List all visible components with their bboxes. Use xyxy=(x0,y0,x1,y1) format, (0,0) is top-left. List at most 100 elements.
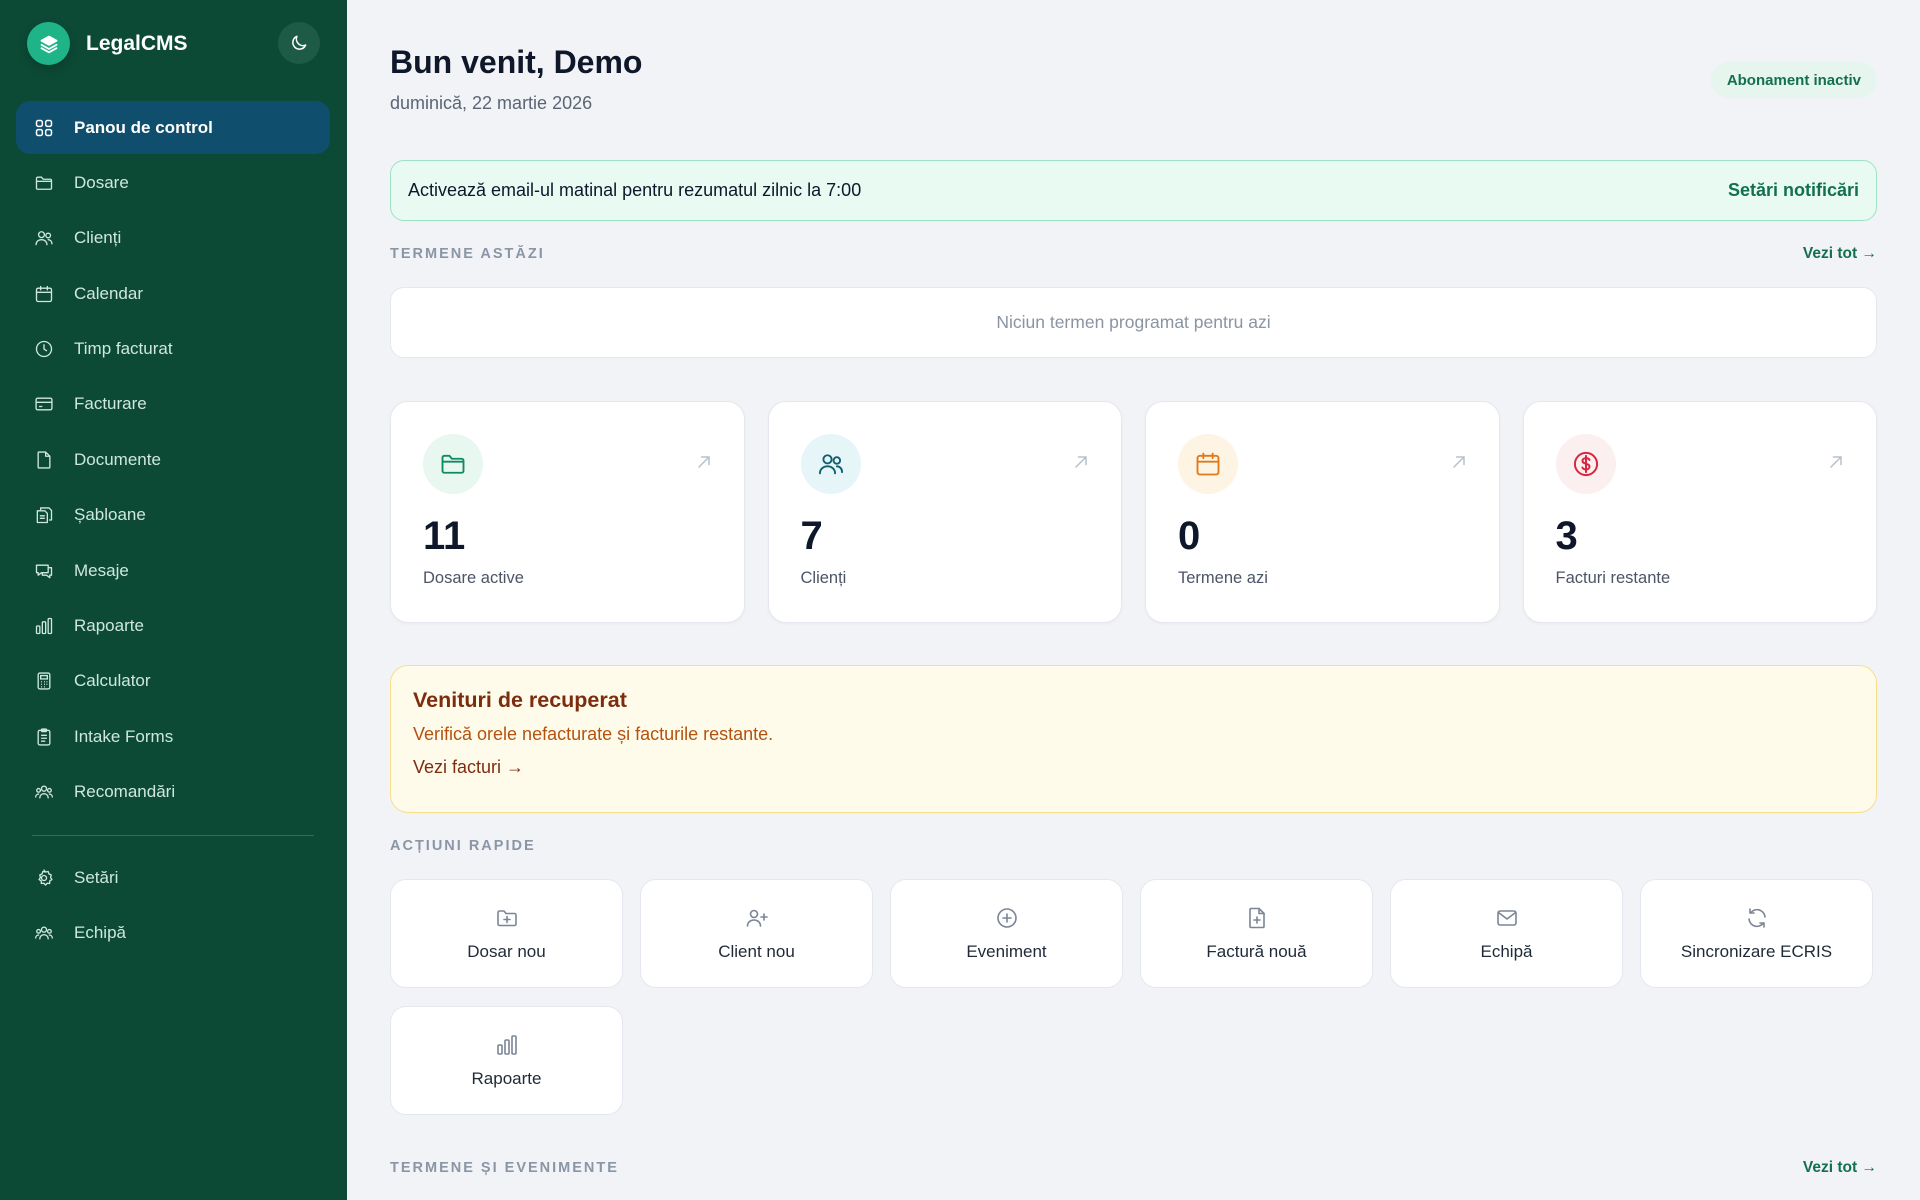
quick-action-label: Factură nouă xyxy=(1206,941,1307,961)
sidebar-item-intake-forms[interactable]: Intake Forms xyxy=(16,710,330,763)
stats-row: 11 Dosare active 7 Clienți 0 Termene azi… xyxy=(390,401,1877,623)
arrow-up-right-icon xyxy=(1071,452,1091,472)
sidebar-item-label: Setări xyxy=(74,867,119,887)
clock-icon xyxy=(33,338,55,360)
sidebar-item-label: Recomandări xyxy=(74,782,176,802)
sidebar-item-label: Rapoarte xyxy=(74,616,144,636)
sidebar-item-timp-facturat[interactable]: Timp facturat xyxy=(16,323,330,376)
plus-circle-icon xyxy=(995,906,1019,930)
stat-card-clienti[interactable]: 7 Clienți xyxy=(767,401,1122,623)
moon-icon xyxy=(289,33,309,53)
bar-chart-icon xyxy=(495,1033,519,1057)
file-icon xyxy=(33,449,55,471)
sidebar-item-recomandari[interactable]: Recomandări xyxy=(16,766,330,819)
folder-icon xyxy=(423,434,483,494)
sidebar-nav: Panou de control Dosare Clienți Calendar… xyxy=(16,101,330,821)
message-icon xyxy=(33,560,55,582)
sidebar-item-sabloane[interactable]: Șabloane xyxy=(16,489,330,542)
arrow-up-right-icon xyxy=(1826,452,1846,472)
calendar-icon xyxy=(33,283,55,305)
revenue-title: Venituri de recuperat xyxy=(413,688,627,712)
sidebar-item-label: Calculator xyxy=(74,671,151,691)
grid-icon xyxy=(33,117,55,139)
stat-card-dosare[interactable]: 11 Dosare active xyxy=(390,401,745,623)
events-label: TERMENE ȘI EVENIMENTE xyxy=(390,1160,619,1176)
users-icon xyxy=(33,227,55,249)
page-title: Bun venit, Demo xyxy=(390,44,643,80)
quick-action-eveniment[interactable]: Eveniment xyxy=(890,879,1123,988)
sidebar-item-mesaje[interactable]: Mesaje xyxy=(16,544,330,597)
quick-action-label: Dosar nou xyxy=(467,941,546,961)
sidebar-item-label: Panou de control xyxy=(74,117,213,137)
quick-action-label: Eveniment xyxy=(966,941,1047,961)
sidebar: LegalCMS Panou de control Dosare Clienți… xyxy=(0,0,347,1200)
sidebar-item-echipa[interactable]: Echipă xyxy=(16,906,330,959)
sidebar-item-rapoarte[interactable]: Rapoarte xyxy=(16,600,330,653)
folder-plus-icon xyxy=(495,906,519,930)
sidebar-item-setari[interactable]: Setări xyxy=(16,851,330,904)
file-plus-icon xyxy=(1245,906,1269,930)
view-invoices-link[interactable]: Vezi facturi → xyxy=(413,757,1854,778)
sidebar-item-dashboard[interactable]: Panou de control xyxy=(16,101,330,154)
sidebar-item-label: Intake Forms xyxy=(74,726,174,746)
quick-actions-grid: Dosar nou Client nou Eveniment Factură n… xyxy=(390,879,1877,1115)
quick-action-dosar-nou[interactable]: Dosar nou xyxy=(390,879,623,988)
stat-card-facturi[interactable]: 3 Facturi restante xyxy=(1522,401,1877,623)
notification-settings-link[interactable]: Setări notificări xyxy=(1728,180,1859,201)
current-date: duminică, 22 martie 2026 xyxy=(390,93,593,113)
sidebar-item-label: Timp facturat xyxy=(74,339,173,359)
quick-action-factura-noua[interactable]: Factură nouă xyxy=(1140,879,1373,988)
refresh-icon xyxy=(1745,906,1769,930)
quick-action-label: Echipă xyxy=(1480,941,1533,961)
arrow-up-right-icon xyxy=(1449,452,1469,472)
team-icon xyxy=(33,922,55,944)
sidebar-item-dosare[interactable]: Dosare xyxy=(16,156,330,209)
stat-label: Facturi restante xyxy=(1555,569,1671,587)
template-icon xyxy=(33,504,55,526)
quick-action-rapoarte[interactable]: Rapoarte xyxy=(390,1006,623,1115)
sidebar-item-documente[interactable]: Documente xyxy=(16,433,330,486)
quick-action-sincronizare-ecris[interactable]: Sincronizare ECRIS xyxy=(1640,879,1873,988)
stat-value: 0 xyxy=(1178,514,1201,558)
stat-label: Clienți xyxy=(800,569,847,587)
stat-label: Termene azi xyxy=(1178,569,1268,587)
layers-icon xyxy=(27,22,70,65)
subscription-badge[interactable]: Abonament inactiv xyxy=(1710,62,1877,98)
events-see-all-link[interactable]: Vezi tot → xyxy=(1803,1159,1877,1177)
arrow-up-right-icon xyxy=(694,452,714,472)
today-deadlines-label: TERMENE ASTĂZI xyxy=(390,246,545,262)
revenue-alert: Venituri de recuperat Verifică orele nef… xyxy=(390,665,1877,813)
stat-value: 3 xyxy=(1555,514,1578,558)
mail-icon xyxy=(1495,906,1519,930)
sidebar-item-calendar[interactable]: Calendar xyxy=(16,267,330,320)
users-icon xyxy=(800,434,861,494)
quick-action-label: Rapoarte xyxy=(471,1068,542,1088)
sidebar-item-label: Echipă xyxy=(74,922,126,942)
clipboard-icon xyxy=(33,726,55,748)
quick-actions-label: ACȚIUNI RAPIDE xyxy=(390,838,536,854)
today-deadlines-empty: Niciun termen programat pentru azi xyxy=(390,287,1877,358)
sidebar-item-label: Mesaje xyxy=(74,560,129,580)
calculator-icon xyxy=(33,670,55,692)
bar-chart-icon xyxy=(33,615,55,637)
sidebar-item-calculator[interactable]: Calculator xyxy=(16,655,330,708)
today-deadlines-see-all-link[interactable]: Vezi tot → xyxy=(1803,245,1877,263)
sidebar-nav-bottom: Setări Echipă xyxy=(16,851,330,962)
user-plus-icon xyxy=(745,906,769,930)
dollar-icon xyxy=(1555,434,1616,494)
quick-action-client-nou[interactable]: Client nou xyxy=(640,879,873,988)
calendar-icon xyxy=(1178,434,1238,494)
sidebar-item-label: Facturare xyxy=(74,394,147,414)
revenue-text: Verifică orele nefacturate și facturile … xyxy=(413,724,774,744)
quick-action-label: Sincronizare ECRIS xyxy=(1680,941,1833,961)
notification-text: Activează email-ul matinal pentru rezuma… xyxy=(408,180,862,200)
sidebar-item-facturare[interactable]: Facturare xyxy=(16,378,330,431)
theme-toggle-button[interactable] xyxy=(278,22,320,64)
sidebar-item-label: Dosare xyxy=(74,172,129,192)
quick-action-echipa[interactable]: Echipă xyxy=(1390,879,1623,988)
users-group-icon xyxy=(33,781,55,803)
sidebar-item-label: Șabloane xyxy=(74,505,146,525)
sidebar-item-clienti[interactable]: Clienți xyxy=(16,212,330,265)
brand[interactable]: LegalCMS xyxy=(27,22,188,65)
stat-card-termene[interactable]: 0 Termene azi xyxy=(1145,401,1500,623)
